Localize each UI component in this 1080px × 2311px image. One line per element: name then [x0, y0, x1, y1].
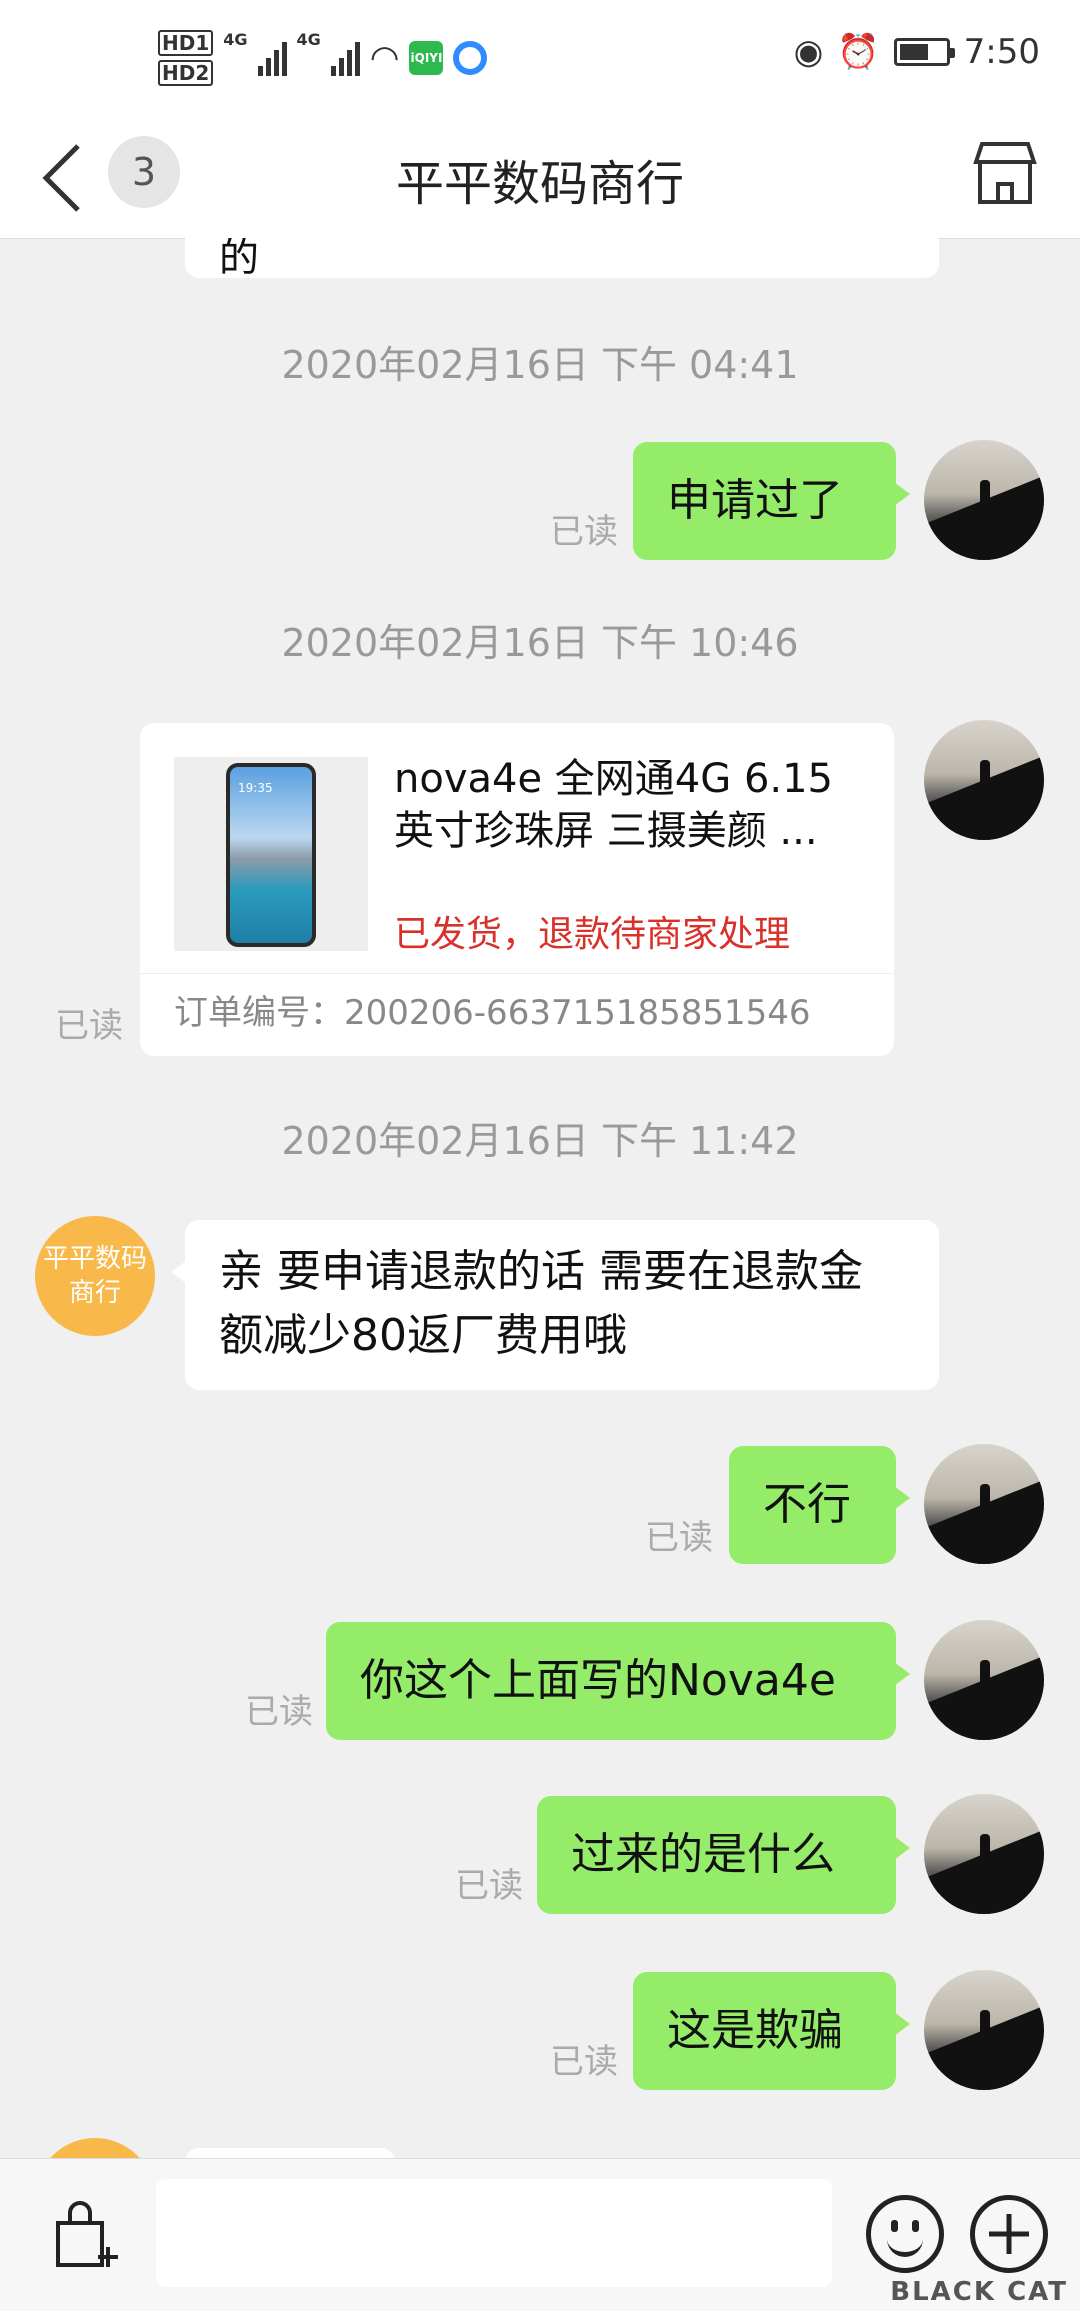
clock-time: 7:50 — [963, 32, 1040, 72]
partial-message-bubble: 的 — [185, 238, 939, 281]
sent-message-5[interactable]: 这是欺骗 — [633, 1972, 910, 2090]
message-input[interactable] — [156, 2179, 832, 2287]
status-left-icons: HD1 HD2 4G 4G ◠ iQIYI — [158, 30, 488, 86]
battery-icon — [893, 38, 955, 66]
timestamp-2: 2020年02月16日 下午 10:46 — [281, 621, 799, 665]
hd1-label: HD1 — [158, 30, 214, 56]
user-avatar[interactable] — [924, 1444, 1044, 1564]
signal-bars-icon-2 — [330, 40, 360, 76]
sent-message-2[interactable]: 不行 — [729, 1446, 910, 1564]
read-status-1: 已读 — [550, 512, 618, 552]
user-avatar[interactable] — [924, 720, 1044, 840]
battery-fill — [899, 44, 929, 60]
iqiyi-app-icon: iQIYI — [409, 41, 444, 75]
hd-indicator: HD1 HD2 — [158, 30, 214, 86]
message-text: 不行 — [763, 1479, 851, 1530]
timestamp-1: 2020年02月16日 下午 04:41 — [281, 343, 799, 387]
order-product-card[interactable]: 19:35 nova4e 全网通4G 6.15英寸珍珠屏 三摄美颜 ... 已发… — [140, 723, 894, 1056]
message-text: 过来的是什么 — [571, 1829, 835, 1880]
order-number: 订单编号：200206-663715185851546 — [174, 993, 811, 1033]
browser-app-icon — [453, 41, 488, 75]
network-type-2: 4G — [296, 30, 321, 49]
user-avatar[interactable] — [924, 1970, 1044, 2090]
shop-avatar[interactable]: 平平数码商行 — [35, 1216, 155, 1336]
read-status-4: 已读 — [455, 1866, 523, 1906]
watermark-text: BLACK CAT — [890, 2277, 1068, 2307]
read-status-3: 已读 — [245, 1692, 313, 1732]
chat-messages: 的 2020年02月16日 下午 04:41 已读 申请过了 2020年02月1… — [0, 238, 1080, 2158]
status-bar: HD1 HD2 4G 4G ◠ iQIYI ◉ ⏰ 7:50 — [0, 0, 1080, 118]
user-avatar[interactable] — [924, 1620, 1044, 1740]
phone-image: 19:35 — [226, 763, 316, 947]
read-status-5: 已读 — [550, 2042, 618, 2082]
timestamp-3: 2020年02月16日 下午 11:42 — [281, 1119, 799, 1163]
message-text: 你这个上面写的Nova4e — [360, 1655, 836, 1706]
signal-bars-icon — [257, 40, 287, 76]
user-avatar[interactable] — [924, 1794, 1044, 1914]
page-title: 平平数码商行 — [395, 156, 684, 212]
message-text: 申请过了 — [667, 475, 843, 526]
emoji-icon[interactable] — [866, 2195, 944, 2273]
store-icon[interactable] — [970, 138, 1040, 208]
sent-message-3[interactable]: 你这个上面写的Nova4e — [326, 1622, 910, 1740]
status-right-icons: ◉ ⏰ 7:50 — [794, 32, 1040, 72]
add-attachment-icon[interactable] — [970, 2195, 1048, 2273]
read-status-card: 已读 — [55, 1006, 123, 1046]
read-status-2: 已读 — [645, 1518, 713, 1558]
shopping-bag-plus-icon[interactable] — [50, 2199, 122, 2271]
received-message-1[interactable]: 亲 要申请退款的话 需要在退款金额减少80返厂费用哦 — [171, 1220, 939, 1390]
partial-message-text: 的 — [219, 238, 259, 281]
shop-avatar-partial[interactable] — [35, 2138, 155, 2158]
order-status: 已发货，退款待商家处理 — [394, 914, 791, 955]
chat-header: 3 平平数码商行 — [0, 118, 1080, 239]
wifi-icon: ◠ — [369, 38, 400, 78]
sent-message-4[interactable]: 过来的是什么 — [537, 1796, 910, 1914]
user-avatar[interactable] — [924, 440, 1044, 560]
network-type-1: 4G — [223, 30, 248, 49]
thumb-time: 19:35 — [238, 781, 273, 795]
partial-received-bubble — [185, 2148, 395, 2158]
alarm-icon: ⏰ — [837, 32, 880, 72]
eye-icon: ◉ — [793, 32, 824, 72]
card-divider — [140, 973, 894, 974]
message-text: 亲 要申请退款的话 需要在退款金额减少80返厂费用哦 — [219, 1246, 863, 1361]
product-thumbnail: 19:35 — [174, 757, 368, 951]
message-text: 这是欺骗 — [667, 2005, 843, 2056]
sent-message-1[interactable]: 申请过了 — [633, 442, 910, 560]
hd2-label: HD2 — [158, 60, 214, 86]
message-input-bar: BLACK CAT — [0, 2158, 1080, 2311]
product-title: nova4e 全网通4G 6.15英寸珍珠屏 三摄美颜 ... — [394, 756, 834, 854]
